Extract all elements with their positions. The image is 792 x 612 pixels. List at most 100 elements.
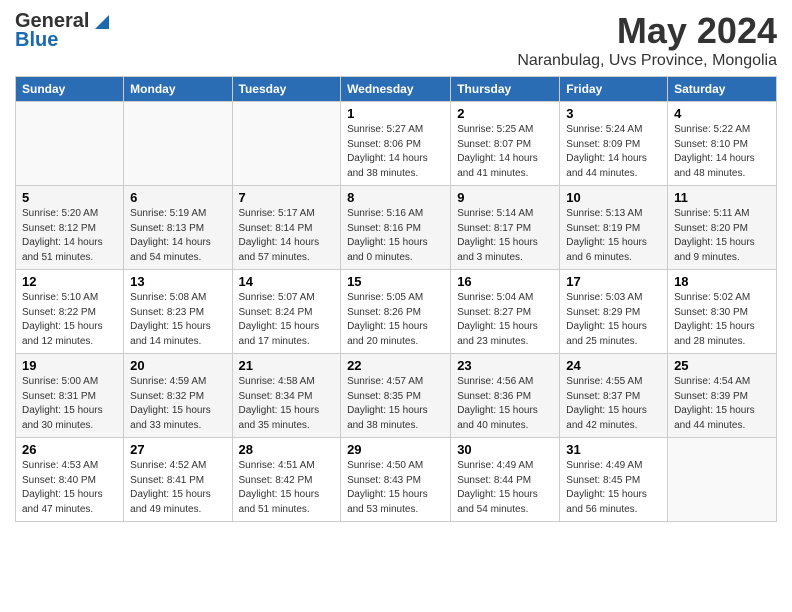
calendar-cell: 26 Sunrise: 4:53 AMSunset: 8:40 PMDayligh… — [16, 438, 124, 522]
day-info: Sunrise: 5:27 AMSunset: 8:06 PMDaylight:… — [347, 123, 444, 181]
day-info: Sunrise: 4:53 AMSunset: 8:40 PMDaylight:… — [22, 459, 117, 517]
calendar-cell: 22 Sunrise: 4:57 AMSunset: 8:35 PMDayligh… — [341, 354, 451, 438]
logo-blue-text: Blue — [15, 29, 58, 52]
day-info: Sunrise: 5:14 AMSunset: 8:17 PMDaylight:… — [457, 207, 553, 265]
calendar-cell: 15 Sunrise: 5:05 AMSunset: 8:26 PMDayligh… — [341, 270, 451, 354]
calendar-cell — [124, 102, 232, 186]
calendar-cell: 1 Sunrise: 5:27 AMSunset: 8:06 PMDaylight… — [341, 102, 451, 186]
day-info: Sunrise: 4:52 AMSunset: 8:41 PMDaylight:… — [130, 459, 225, 517]
day-info: Sunrise: 5:20 AMSunset: 8:12 PMDaylight:… — [22, 207, 117, 265]
day-number: 5 — [22, 190, 117, 205]
calendar-cell: 6 Sunrise: 5:19 AMSunset: 8:13 PMDaylight… — [124, 186, 232, 270]
day-info: Sunrise: 4:49 AMSunset: 8:45 PMDaylight:… — [566, 459, 661, 517]
day-number: 21 — [239, 358, 335, 373]
day-number: 9 — [457, 190, 553, 205]
day-number: 3 — [566, 106, 661, 121]
calendar-cell: 28 Sunrise: 4:51 AMSunset: 8:42 PMDayligh… — [232, 438, 341, 522]
day-number: 2 — [457, 106, 553, 121]
calendar-week-row: 19Sunrise: 5:00 AMSunset: 8:31 PMDayligh… — [16, 354, 777, 438]
calendar-cell: 30Sunrise: 4:49 AMSunset: 8:44 PMDayligh… — [451, 438, 560, 522]
col-monday: Monday — [124, 77, 232, 102]
day-number: 15 — [347, 274, 444, 289]
calendar-week-row: 1 Sunrise: 5:27 AMSunset: 8:06 PMDaylight… — [16, 102, 777, 186]
title-section: May 2024 Naranbulag, Uvs Province, Mongo… — [517, 10, 777, 70]
day-number: 12 — [22, 274, 117, 289]
day-number: 20 — [130, 358, 225, 373]
day-info: Sunrise: 4:56 AMSunset: 8:36 PMDaylight:… — [457, 375, 553, 433]
day-number: 1 — [347, 106, 444, 121]
col-tuesday: Tuesday — [232, 77, 341, 102]
calendar-cell: 21 Sunrise: 4:58 AMSunset: 8:34 PMDayligh… — [232, 354, 341, 438]
calendar-cell: 19Sunrise: 5:00 AMSunset: 8:31 PMDayligh… — [16, 354, 124, 438]
day-number: 16 — [457, 274, 553, 289]
day-info: Sunrise: 4:57 AMSunset: 8:35 PMDaylight:… — [347, 375, 444, 433]
calendar-cell: 3 Sunrise: 5:24 AMSunset: 8:09 PMDaylight… — [560, 102, 668, 186]
calendar-cell: 9 Sunrise: 5:14 AMSunset: 8:17 PMDaylight… — [451, 186, 560, 270]
day-number: 26 — [22, 442, 117, 457]
day-number: 22 — [347, 358, 444, 373]
day-info: Sunrise: 4:51 AMSunset: 8:42 PMDaylight:… — [239, 459, 335, 517]
day-number: 13 — [130, 274, 225, 289]
day-number: 24 — [566, 358, 661, 373]
day-info: Sunrise: 5:10 AMSunset: 8:22 PMDaylight:… — [22, 291, 117, 349]
month-title: May 2024 — [517, 10, 777, 52]
calendar-cell — [16, 102, 124, 186]
day-number: 18 — [674, 274, 770, 289]
calendar-cell: 24Sunrise: 4:55 AMSunset: 8:37 PMDayligh… — [560, 354, 668, 438]
day-info: Sunrise: 5:24 AMSunset: 8:09 PMDaylight:… — [566, 123, 661, 181]
day-info: Sunrise: 5:17 AMSunset: 8:14 PMDaylight:… — [239, 207, 335, 265]
day-info: Sunrise: 5:19 AMSunset: 8:13 PMDaylight:… — [130, 207, 225, 265]
day-info: Sunrise: 5:07 AMSunset: 8:24 PMDaylight:… — [239, 291, 335, 349]
day-number: 29 — [347, 442, 444, 457]
calendar-cell: 13Sunrise: 5:08 AMSunset: 8:23 PMDayligh… — [124, 270, 232, 354]
calendar-cell: 12 Sunrise: 5:10 AMSunset: 8:22 PMDayligh… — [16, 270, 124, 354]
day-info: Sunrise: 4:49 AMSunset: 8:44 PMDaylight:… — [457, 459, 553, 517]
col-wednesday: Wednesday — [341, 77, 451, 102]
calendar-cell: 4 Sunrise: 5:22 AMSunset: 8:10 PMDaylight… — [668, 102, 777, 186]
calendar-cell: 16 Sunrise: 5:04 AMSunset: 8:27 PMDayligh… — [451, 270, 560, 354]
col-friday: Friday — [560, 77, 668, 102]
day-number: 6 — [130, 190, 225, 205]
calendar-cell: 10 Sunrise: 5:13 AMSunset: 8:19 PMDayligh… — [560, 186, 668, 270]
day-number: 23 — [457, 358, 553, 373]
calendar-cell: 20Sunrise: 4:59 AMSunset: 8:32 PMDayligh… — [124, 354, 232, 438]
day-info: Sunrise: 5:00 AMSunset: 8:31 PMDaylight:… — [22, 375, 117, 433]
day-number: 14 — [239, 274, 335, 289]
calendar-cell: 27 Sunrise: 4:52 AMSunset: 8:41 PMDayligh… — [124, 438, 232, 522]
calendar-cell: 25 Sunrise: 4:54 AMSunset: 8:39 PMDayligh… — [668, 354, 777, 438]
day-number: 28 — [239, 442, 335, 457]
day-info: Sunrise: 5:02 AMSunset: 8:30 PMDaylight:… — [674, 291, 770, 349]
col-thursday: Thursday — [451, 77, 560, 102]
day-number: 25 — [674, 358, 770, 373]
day-number: 7 — [239, 190, 335, 205]
day-number: 17 — [566, 274, 661, 289]
calendar-cell: 23 Sunrise: 4:56 AMSunset: 8:36 PMDayligh… — [451, 354, 560, 438]
location-title: Naranbulag, Uvs Province, Mongolia — [517, 52, 777, 70]
day-number: 8 — [347, 190, 444, 205]
calendar-cell: 11Sunrise: 5:11 AMSunset: 8:20 PMDayligh… — [668, 186, 777, 270]
day-info: Sunrise: 4:58 AMSunset: 8:34 PMDaylight:… — [239, 375, 335, 433]
day-number: 27 — [130, 442, 225, 457]
day-info: Sunrise: 5:22 AMSunset: 8:10 PMDaylight:… — [674, 123, 770, 181]
day-number: 4 — [674, 106, 770, 121]
col-saturday: Saturday — [668, 77, 777, 102]
logo: General Blue — [15, 10, 113, 52]
day-number: 10 — [566, 190, 661, 205]
day-info: Sunrise: 4:50 AMSunset: 8:43 PMDaylight:… — [347, 459, 444, 517]
day-info: Sunrise: 5:03 AMSunset: 8:29 PMDaylight:… — [566, 291, 661, 349]
day-info: Sunrise: 4:54 AMSunset: 8:39 PMDaylight:… — [674, 375, 770, 433]
calendar-cell — [232, 102, 341, 186]
calendar-week-row: 26 Sunrise: 4:53 AMSunset: 8:40 PMDayligh… — [16, 438, 777, 522]
calendar-cell: 14 Sunrise: 5:07 AMSunset: 8:24 PMDayligh… — [232, 270, 341, 354]
day-info: Sunrise: 5:16 AMSunset: 8:16 PMDaylight:… — [347, 207, 444, 265]
day-info: Sunrise: 5:13 AMSunset: 8:19 PMDaylight:… — [566, 207, 661, 265]
calendar-week-row: 5 Sunrise: 5:20 AMSunset: 8:12 PMDaylight… — [16, 186, 777, 270]
day-info: Sunrise: 5:04 AMSunset: 8:27 PMDaylight:… — [457, 291, 553, 349]
col-sunday: Sunday — [16, 77, 124, 102]
calendar-cell: 5 Sunrise: 5:20 AMSunset: 8:12 PMDaylight… — [16, 186, 124, 270]
day-number: 31 — [566, 442, 661, 457]
calendar-cell: 18 Sunrise: 5:02 AMSunset: 8:30 PMDayligh… — [668, 270, 777, 354]
calendar-cell — [668, 438, 777, 522]
day-info: Sunrise: 5:05 AMSunset: 8:26 PMDaylight:… — [347, 291, 444, 349]
logo-triangle-icon — [91, 11, 113, 33]
